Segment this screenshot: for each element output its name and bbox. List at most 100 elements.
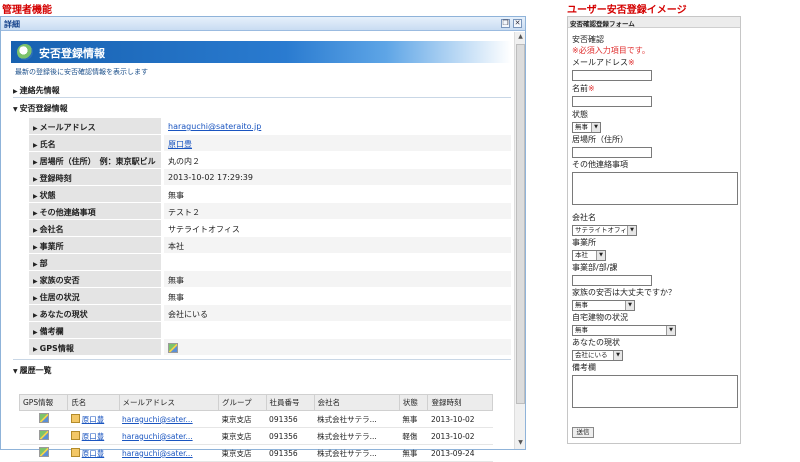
chevron-down-icon: ▼ [591, 123, 600, 132]
department-label: 事業部/部/課 [572, 263, 618, 272]
column-header[interactable]: メールアドレス [118, 394, 220, 411]
detail-row: ▶ 備考欄 [29, 322, 511, 339]
detail-row-value: 会社にいる [164, 305, 511, 321]
detail-row: ▶ 住居の状況 無事 [29, 288, 511, 305]
detail-row-value [164, 254, 511, 270]
home-label: 自宅建物の状況 [572, 313, 628, 322]
form-header-text: 安否確認登録フォーム [570, 20, 635, 28]
table-cell: 2013-10-02 [427, 410, 493, 428]
location-field[interactable] [572, 147, 652, 158]
column-header[interactable]: 氏名 [67, 394, 120, 411]
detail-row-label: ▶ 登録時刻 [29, 169, 161, 185]
status-label: 状態 [572, 110, 588, 119]
bullet-arrow-icon: ▶ [33, 329, 38, 336]
table-cell: 株式会社サテラ... [314, 427, 400, 445]
bullet-arrow-icon: ▶ [33, 125, 38, 132]
table-row[interactable]: 原口豊 haraguchi@sater... 東京支店 091356 株式会社サテラ..… [19, 444, 493, 462]
admin-section-label: 管理者機能 [2, 5, 52, 16]
company-select[interactable]: サテライトオフィス ▼ [572, 225, 637, 236]
section-safety[interactable]: ▼ 安否登録情報 [13, 103, 68, 114]
email-field[interactable] [572, 70, 652, 81]
bullet-arrow-icon: ▶ [33, 244, 38, 251]
detail-row-label: ▶ GPS情報 [29, 339, 161, 355]
column-header[interactable]: グループ [218, 394, 267, 411]
detail-row-label: ▶ メールアドレス [29, 118, 161, 134]
map-icon[interactable] [168, 343, 178, 353]
window-titlebar: 詳細 ❐ ✕ [1, 17, 525, 31]
detail-row: ▶ 居場所（住所） 例：東京駅ビル 丸の内２ [29, 152, 511, 169]
bullet-arrow-icon: ▶ [33, 142, 38, 149]
map-icon[interactable] [38, 447, 49, 457]
scroll-thumb[interactable] [516, 44, 525, 404]
current-select-value: 会社にいる [575, 351, 608, 359]
detail-row: ▶ あなたの現状 会社にいる [29, 305, 511, 322]
map-icon[interactable] [38, 413, 49, 423]
section-safety-label: 安否登録情報 [19, 104, 68, 113]
current-select[interactable]: 会社にいる ▼ [572, 350, 623, 361]
restore-icon[interactable]: ❐ [501, 19, 510, 28]
detail-row-label: ▶ 部 [29, 254, 161, 270]
detail-row: ▶ 事業所 本社 [29, 237, 511, 254]
required-note: ※必須入力項目です。 [572, 46, 650, 55]
table-row[interactable]: 原口豊 haraguchi@sater... 東京支店 091356 株式会社サテラ..… [19, 410, 493, 428]
email-link[interactable]: haraguchi@sater... [122, 432, 193, 441]
name-field[interactable] [572, 96, 652, 107]
email-link[interactable]: haraguchi@sater... [122, 415, 193, 424]
office-select[interactable]: 本社 ▼ [572, 250, 606, 261]
column-header[interactable]: GPS情報 [18, 394, 69, 411]
detail-row-link[interactable]: 原口豊 [164, 135, 511, 151]
table-cell: haraguchi@sater... [119, 410, 219, 428]
column-header[interactable]: 会社名 [313, 394, 400, 411]
user-name-link[interactable]: 原口豊 [82, 432, 105, 441]
section-history[interactable]: ▼ 履歴一覧 [13, 365, 52, 376]
other-textarea[interactable] [572, 172, 738, 205]
detail-row: ▶ 会社名 サテライトオフィス [29, 220, 511, 237]
table-cell: 原口豊 [67, 410, 120, 428]
user-icon [70, 413, 80, 423]
bullet-arrow-icon: ▶ [33, 261, 38, 268]
table-cell [19, 427, 68, 445]
page-description: 最新の登録後に安否確認情報を表示します [15, 68, 148, 76]
vertical-scrollbar[interactable]: ▲ ▼ [514, 32, 525, 449]
close-icon[interactable]: ✕ [513, 19, 522, 28]
detail-row-label-text: 登録時刻 [39, 174, 72, 183]
table-row[interactable]: 原口豊 haraguchi@sater... 東京支店 091356 株式会社サテラ..… [19, 427, 493, 445]
section-contact[interactable]: ▶ 連絡先情報 [13, 85, 60, 96]
table-cell: 東京支店 [218, 444, 267, 462]
name-label-text: 名前 [572, 84, 588, 93]
detail-row: ▶ 部 [29, 254, 511, 271]
chevron-down-icon: ▼ [596, 251, 605, 260]
map-icon[interactable] [38, 430, 49, 440]
scroll-down-icon[interactable]: ▼ [516, 438, 525, 447]
submit-button[interactable]: 送信 [572, 427, 594, 438]
office-label: 事業所 [572, 238, 596, 247]
detail-row-label-text: 氏名 [39, 140, 56, 149]
detail-row-value: 無事 [168, 293, 184, 302]
scroll-up-icon[interactable]: ▲ [516, 32, 525, 41]
detail-row-link[interactable]: haraguchi@sateraito.jp [164, 118, 511, 134]
bullet-arrow-icon: ▶ [33, 227, 38, 234]
remarks-textarea[interactable] [572, 375, 738, 408]
detail-row-value [164, 339, 511, 355]
family-select[interactable]: 無事 ▼ [572, 300, 635, 311]
column-header[interactable]: 状態 [398, 394, 429, 411]
email-label: メールアドレス※ [572, 57, 635, 68]
bullet-arrow-icon: ▶ [33, 346, 38, 353]
collapse-icon: ▼ [13, 106, 18, 113]
page-banner: 安否登録情報 [11, 41, 511, 63]
section-contact-label: 連絡先情報 [19, 86, 60, 95]
chevron-down-icon: ▼ [666, 326, 675, 335]
detail-row-label: ▶ 事業所 [29, 237, 161, 253]
user-name-link[interactable]: 原口豊 [82, 415, 105, 424]
column-header[interactable]: 社員番号 [265, 394, 315, 411]
detail-row-label: ▶ 居場所（住所） 例：東京駅ビル [29, 152, 161, 168]
detail-row-label-text: あなたの現状 [39, 310, 88, 319]
name-label: 名前※ [572, 83, 595, 94]
home-select[interactable]: 無事 ▼ [572, 325, 676, 336]
column-header[interactable]: 登録時刻 [427, 394, 493, 411]
department-field[interactable] [572, 275, 652, 286]
remarks-label: 備考欄 [572, 363, 596, 372]
bullet-arrow-icon: ▶ [33, 278, 38, 285]
status-select[interactable]: 無事 ▼ [572, 122, 601, 133]
window-title: 詳細 [4, 20, 20, 29]
